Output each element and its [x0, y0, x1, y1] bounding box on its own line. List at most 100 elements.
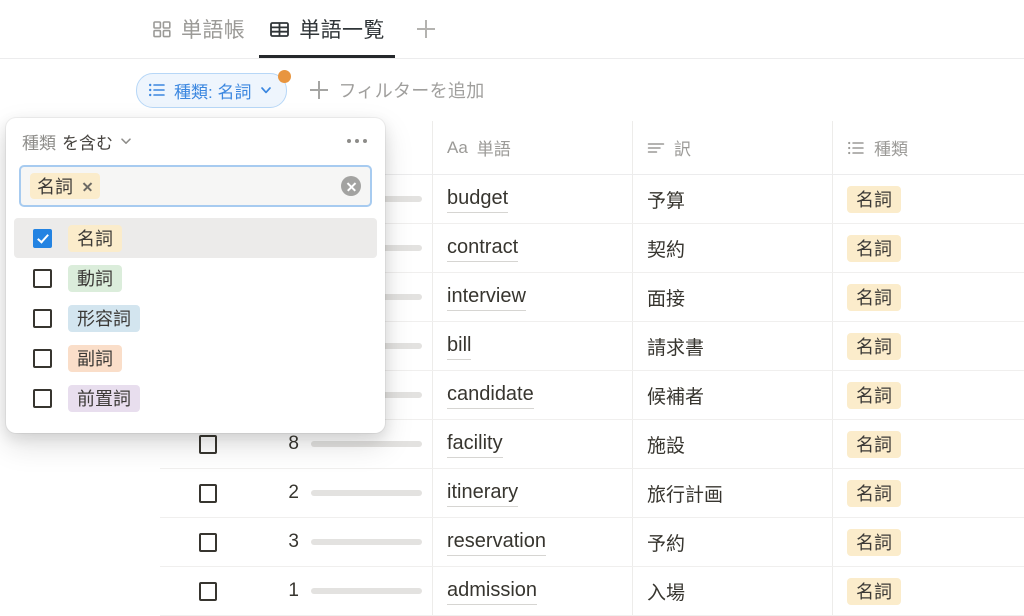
- row-type-cell[interactable]: 名詞: [832, 420, 1016, 468]
- remove-tag-icon[interactable]: [82, 181, 93, 192]
- filter-more-options-icon[interactable]: [345, 133, 369, 149]
- row-translation-cell[interactable]: 請求書: [632, 322, 832, 370]
- table-icon: [269, 19, 290, 40]
- table-row[interactable]: 3 reservation 予約 名詞: [160, 518, 1024, 567]
- filter-option-label: 名詞: [68, 224, 122, 252]
- row-word-cell[interactable]: itinerary: [432, 469, 632, 517]
- row-type-cell[interactable]: 名詞: [832, 469, 1016, 517]
- text-lines-icon: [647, 140, 665, 156]
- filter-option-checkbox[interactable]: [33, 348, 52, 368]
- row-translation-cell[interactable]: 面接: [632, 273, 832, 321]
- row-count-value: 3: [288, 531, 299, 552]
- row-checkbox[interactable]: [199, 532, 217, 552]
- row-count-cell[interactable]: 3: [217, 518, 432, 566]
- row-type-tag: 名詞: [847, 234, 901, 262]
- row-select-cell: [160, 567, 217, 615]
- filter-option-checkbox[interactable]: [33, 388, 52, 408]
- filter-option-checkbox[interactable]: [33, 228, 52, 248]
- add-filter-label: フィルターを追加: [338, 81, 485, 101]
- row-type-cell[interactable]: 名詞: [832, 273, 1016, 321]
- filter-option-3[interactable]: 形容詞: [14, 298, 377, 338]
- row-type-cell[interactable]: 名詞: [832, 567, 1016, 615]
- row-type-tag: 名詞: [847, 381, 901, 409]
- row-word-value: budget: [447, 186, 509, 213]
- table-row[interactable]: 2 itinerary 旅行計画 名詞: [160, 469, 1024, 518]
- title-aa-icon: Aa: [447, 137, 468, 157]
- row-word-value: admission: [447, 578, 538, 605]
- filter-option-label: 形容詞: [68, 304, 140, 332]
- row-translation-value: 施設: [647, 435, 686, 457]
- row-count-value: 2: [288, 482, 299, 503]
- tab-label: 単語一覧: [299, 19, 385, 42]
- filter-option-5[interactable]: 前置詞: [14, 378, 377, 418]
- filter-option-1[interactable]: 名詞: [14, 218, 377, 258]
- table-header-word[interactable]: Aa 単語: [432, 121, 632, 174]
- row-word-cell[interactable]: facility: [432, 420, 632, 468]
- tab-label: 単語帳: [181, 19, 246, 42]
- table-row[interactable]: 1 admission 入場 名詞: [160, 567, 1024, 616]
- row-translation-cell[interactable]: 旅行計画: [632, 469, 832, 517]
- filter-option-checkbox[interactable]: [33, 308, 52, 328]
- row-translation-cell[interactable]: 候補者: [632, 371, 832, 419]
- row-word-cell[interactable]: interview: [432, 273, 632, 321]
- plus-icon: [416, 20, 435, 38]
- clear-search-icon[interactable]: [341, 176, 361, 196]
- row-word-value: contract: [447, 235, 519, 262]
- row-type-tag: 名詞: [847, 577, 901, 605]
- row-checkbox[interactable]: [199, 581, 217, 601]
- tab-tango-ichiran[interactable]: 単語一覧: [257, 0, 397, 58]
- filter-chip-type[interactable]: 種類: 名詞: [136, 69, 292, 108]
- row-word-cell[interactable]: reservation: [432, 518, 632, 566]
- add-filter-button[interactable]: フィルターを追加: [310, 77, 484, 103]
- add-tab-button[interactable]: [409, 12, 443, 46]
- tab-tangocho[interactable]: 単語帳: [140, 0, 257, 58]
- filter-option-4[interactable]: 副詞: [14, 338, 377, 378]
- list-select-icon: [847, 139, 865, 157]
- row-translation-value: 旅行計画: [647, 484, 724, 506]
- filter-property-label: 種類: [22, 133, 56, 153]
- table-header-type-label: 種類: [874, 140, 908, 159]
- row-translation-value: 入場: [647, 582, 686, 604]
- row-count-cell[interactable]: 2: [217, 469, 432, 517]
- row-translation-cell[interactable]: 入場: [632, 567, 832, 615]
- row-checkbox[interactable]: [199, 483, 217, 503]
- row-word-value: interview: [447, 284, 526, 311]
- row-type-tag: 名詞: [847, 283, 901, 311]
- filter-editor-popup: 種類 を含む 名詞 名詞動詞形容詞副詞 前置詞: [6, 118, 385, 433]
- row-type-cell[interactable]: 名詞: [832, 322, 1016, 370]
- row-word-cell[interactable]: budget: [432, 175, 632, 223]
- row-type-tag: 名詞: [847, 528, 901, 556]
- row-count-cell[interactable]: 1: [217, 567, 432, 615]
- row-translation-cell[interactable]: 予約: [632, 518, 832, 566]
- row-select-cell: [160, 469, 217, 517]
- table-header-translation[interactable]: 訳: [632, 121, 832, 174]
- row-translation-cell[interactable]: 施設: [632, 420, 832, 468]
- filter-condition-selector[interactable]: 種類 を含む: [22, 129, 133, 154]
- row-count-value: 1: [288, 580, 299, 601]
- selected-value-label: 名詞: [37, 177, 73, 197]
- filter-option-list: 名詞動詞形容詞副詞 前置詞: [6, 218, 385, 418]
- row-type-tag: 名詞: [847, 430, 901, 458]
- row-translation-cell[interactable]: 予算: [632, 175, 832, 223]
- row-type-cell[interactable]: 名詞: [832, 224, 1016, 272]
- row-word-cell[interactable]: candidate: [432, 371, 632, 419]
- row-type-tag: 名詞: [847, 479, 901, 507]
- filter-unsaved-badge: [278, 69, 292, 83]
- row-type-tag: 名詞: [847, 185, 901, 213]
- filter-value-search-input[interactable]: 名詞: [19, 165, 372, 207]
- filter-option-label: 動詞: [68, 264, 122, 292]
- row-type-cell[interactable]: 名詞: [832, 175, 1016, 223]
- row-word-cell[interactable]: admission: [432, 567, 632, 615]
- filter-option-2[interactable]: 動詞: [14, 258, 377, 298]
- row-word-cell[interactable]: contract: [432, 224, 632, 272]
- row-checkbox[interactable]: [199, 434, 217, 454]
- row-type-cell[interactable]: 名詞: [832, 371, 1016, 419]
- row-type-cell[interactable]: 名詞: [832, 518, 1016, 566]
- filter-option-checkbox[interactable]: [33, 268, 52, 288]
- row-word-cell[interactable]: bill: [432, 322, 632, 370]
- row-select-cell: [160, 518, 217, 566]
- row-translation-cell[interactable]: 契約: [632, 224, 832, 272]
- filter-chip-label: 種類: 名詞: [174, 82, 252, 102]
- row-word-value: candidate: [447, 382, 534, 409]
- table-header-type[interactable]: 種類: [832, 121, 1016, 174]
